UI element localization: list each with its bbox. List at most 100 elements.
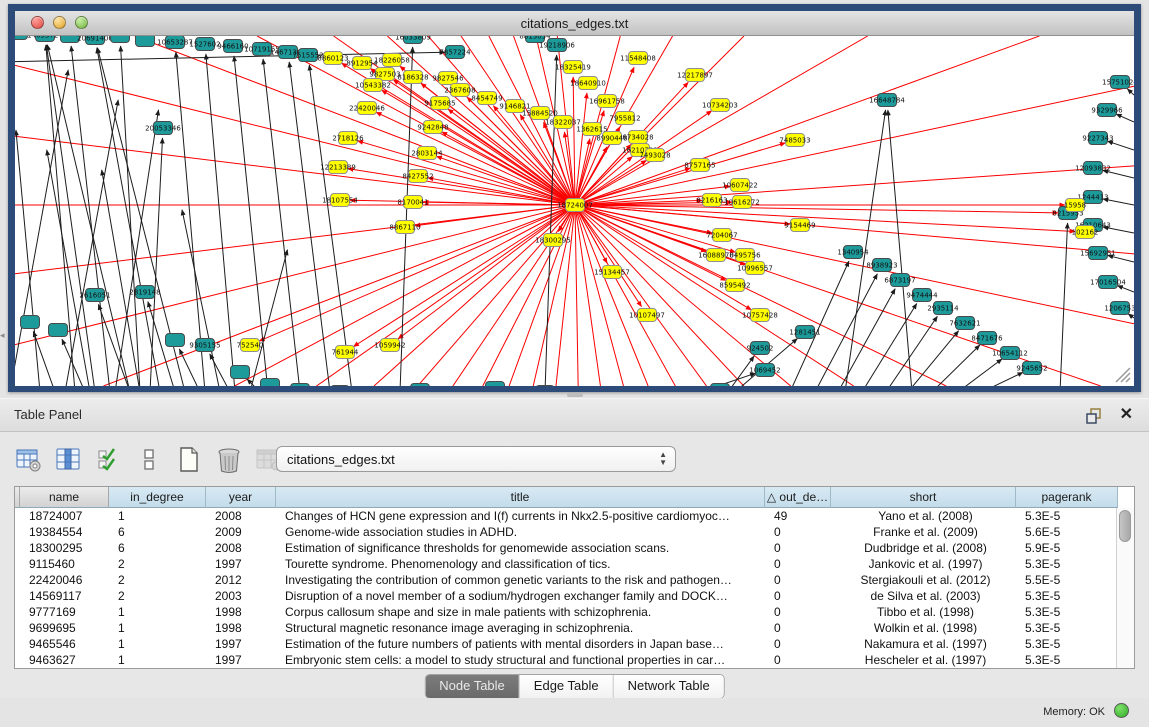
cell-short[interactable]: Jankovic et al. (1997) <box>833 556 1018 572</box>
cell-name[interactable]: 9115460 <box>22 556 111 572</box>
network-node[interactable]: 6873197 <box>884 274 915 287</box>
table-row[interactable]: 977716911998Corpus callosum shape and si… <box>15 604 1134 620</box>
table-row[interactable]: 1872400712008Changes of HCN gene express… <box>15 508 1134 524</box>
cell-short[interactable]: de Silva et al. (2003) <box>833 588 1018 604</box>
cell-title[interactable]: Disruption of a novel member of a sodium… <box>278 588 767 604</box>
cell-title[interactable]: Corpus callosum shape and size in male p… <box>278 604 767 620</box>
network-node[interactable] <box>711 384 730 387</box>
column-header-short[interactable]: short <box>831 487 1016 508</box>
network-node[interactable]: 1281451 <box>789 326 820 339</box>
cell-pagerank[interactable]: 5.5E-5 <box>1018 572 1120 588</box>
cell-out_degree[interactable]: 0 <box>767 652 833 668</box>
float-panel-icon[interactable] <box>1085 407 1103 425</box>
close-window-button[interactable] <box>31 16 44 29</box>
cell-year[interactable]: 1997 <box>208 556 278 572</box>
network-node[interactable]: 8757165 <box>684 159 715 172</box>
delete-column-icon[interactable] <box>214 445 244 475</box>
network-node[interactable]: 1069452 <box>749 364 780 377</box>
cell-name[interactable]: 9463627 <box>22 652 111 668</box>
cell-pagerank[interactable]: 5.3E-5 <box>1018 636 1120 652</box>
network-node[interactable]: 16961758 <box>589 95 625 108</box>
cell-name[interactable]: 18300295 <box>22 540 111 556</box>
network-node[interactable]: 20691406 <box>77 36 113 45</box>
cell-pagerank[interactable]: 5.3E-5 <box>1018 652 1120 668</box>
network-node[interactable] <box>166 334 185 347</box>
cell-title[interactable]: Estimation of the future numbers of pati… <box>278 636 767 652</box>
cell-out_degree[interactable]: 0 <box>767 524 833 540</box>
network-node[interactable]: 9827546 <box>432 72 464 85</box>
network-node[interactable]: 22420046 <box>349 102 385 115</box>
table-selector-dropdown[interactable]: citations_edges.txt ▲▼ <box>276 446 676 472</box>
cell-year[interactable]: 2009 <box>208 524 278 540</box>
network-node[interactable]: 8427552 <box>402 170 433 183</box>
network-node[interactable] <box>261 379 280 387</box>
cell-name[interactable]: 22420046 <box>22 572 111 588</box>
network-node[interactable]: 12213389 <box>320 161 356 174</box>
cell-name[interactable]: 18724007 <box>22 508 111 524</box>
cell-in_degree[interactable]: 2 <box>111 556 208 572</box>
show-columns-icon[interactable] <box>54 445 84 475</box>
select-rows-icon[interactable] <box>94 445 124 475</box>
cell-out_degree[interactable]: 0 <box>767 620 833 636</box>
network-node[interactable]: 10607422 <box>722 179 758 192</box>
cell-name[interactable]: 9777169 <box>22 604 111 620</box>
network-view[interactable]: 1872400714055724206914061065328715276029… <box>15 36 1134 386</box>
cell-short[interactable]: Hescheler et al. (1997) <box>833 652 1018 668</box>
splitter-handle[interactable] <box>567 393 583 397</box>
network-node[interactable]: 18226058 <box>374 54 410 67</box>
table-row[interactable]: 946554611997Estimation of the future num… <box>15 636 1134 652</box>
cell-short[interactable]: Franke et al. (2009) <box>833 524 1018 540</box>
cell-pagerank[interactable]: 5.6E-5 <box>1018 524 1120 540</box>
network-node[interactable] <box>486 382 505 387</box>
tab-node-table[interactable]: Node Table <box>425 675 520 698</box>
cell-in_degree[interactable]: 1 <box>111 652 208 668</box>
column-header-title[interactable]: title <box>276 487 765 508</box>
network-node[interactable]: 10757428 <box>742 309 778 322</box>
resize-grip-icon[interactable] <box>1116 368 1130 382</box>
network-node[interactable]: 12093832 <box>1075 162 1111 175</box>
network-node[interactable]: 102162 <box>1072 226 1099 239</box>
network-node[interactable]: 11548408 <box>620 52 656 65</box>
network-node[interactable]: 9154469 <box>784 219 815 232</box>
cell-out_degree[interactable]: 0 <box>767 604 833 620</box>
cell-pagerank[interactable]: 5.3E-5 <box>1018 604 1120 620</box>
cell-year[interactable]: 1998 <box>208 620 278 636</box>
network-node[interactable]: 8867110 <box>389 221 420 234</box>
network-canvas[interactable]: 1872400714055724206914061065328715276029… <box>15 36 1134 386</box>
network-window[interactable]: citations_edges.txt 18724007140557242069… <box>8 4 1141 392</box>
network-node[interactable]: 7857224 <box>439 46 471 59</box>
network-node[interactable]: 10616272 <box>724 196 760 209</box>
cell-short[interactable]: Yano et al. (2008) <box>833 508 1018 524</box>
zoom-window-button[interactable] <box>75 16 88 29</box>
new-column-icon[interactable] <box>174 445 204 475</box>
column-header-pagerank[interactable]: pagerank <box>1016 487 1118 508</box>
cell-name[interactable]: 9699695 <box>22 620 111 636</box>
network-node[interactable]: 10734203 <box>702 99 738 112</box>
cell-year[interactable]: 1997 <box>208 652 278 668</box>
cell-name[interactable]: 19384554 <box>22 524 111 540</box>
cell-name[interactable]: 14569117 <box>22 588 111 604</box>
network-node[interactable]: 8471676 <box>971 332 1003 345</box>
network-node[interactable]: 2803144 <box>411 147 443 160</box>
network-node[interactable]: 14055724 <box>27 36 63 42</box>
network-node[interactable]: 18640910 <box>570 77 606 90</box>
network-node[interactable]: 15134457 <box>594 266 630 279</box>
cell-year[interactable]: 1998 <box>208 604 278 620</box>
cell-year[interactable]: 2008 <box>208 540 278 556</box>
network-node[interactable]: 15692951 <box>1080 247 1116 260</box>
network-node[interactable]: 7632621 <box>949 317 980 330</box>
cell-name[interactable]: 9465546 <box>22 636 111 652</box>
network-node[interactable]: 8938923 <box>866 259 897 272</box>
table-row[interactable]: 911546021997Tourette syndrome. Phenomeno… <box>15 556 1134 572</box>
network-node[interactable]: 924502 <box>747 342 774 355</box>
network-node[interactable]: 8595492 <box>719 279 750 292</box>
cell-in_degree[interactable]: 1 <box>111 620 208 636</box>
cell-in_degree[interactable]: 6 <box>111 524 208 540</box>
cell-out_degree[interactable]: 0 <box>767 588 833 604</box>
table-row[interactable]: 1456911722003Disruption of a novel membe… <box>15 588 1134 604</box>
network-node[interactable]: 15958 <box>1064 199 1086 212</box>
table-row[interactable]: 946362711997Embryonic stem cells: a mode… <box>15 652 1134 668</box>
memory-status-icon[interactable] <box>1114 703 1129 718</box>
column-header-name[interactable]: name <box>20 487 109 508</box>
cell-short[interactable]: Nakamura et al. (1997) <box>833 636 1018 652</box>
